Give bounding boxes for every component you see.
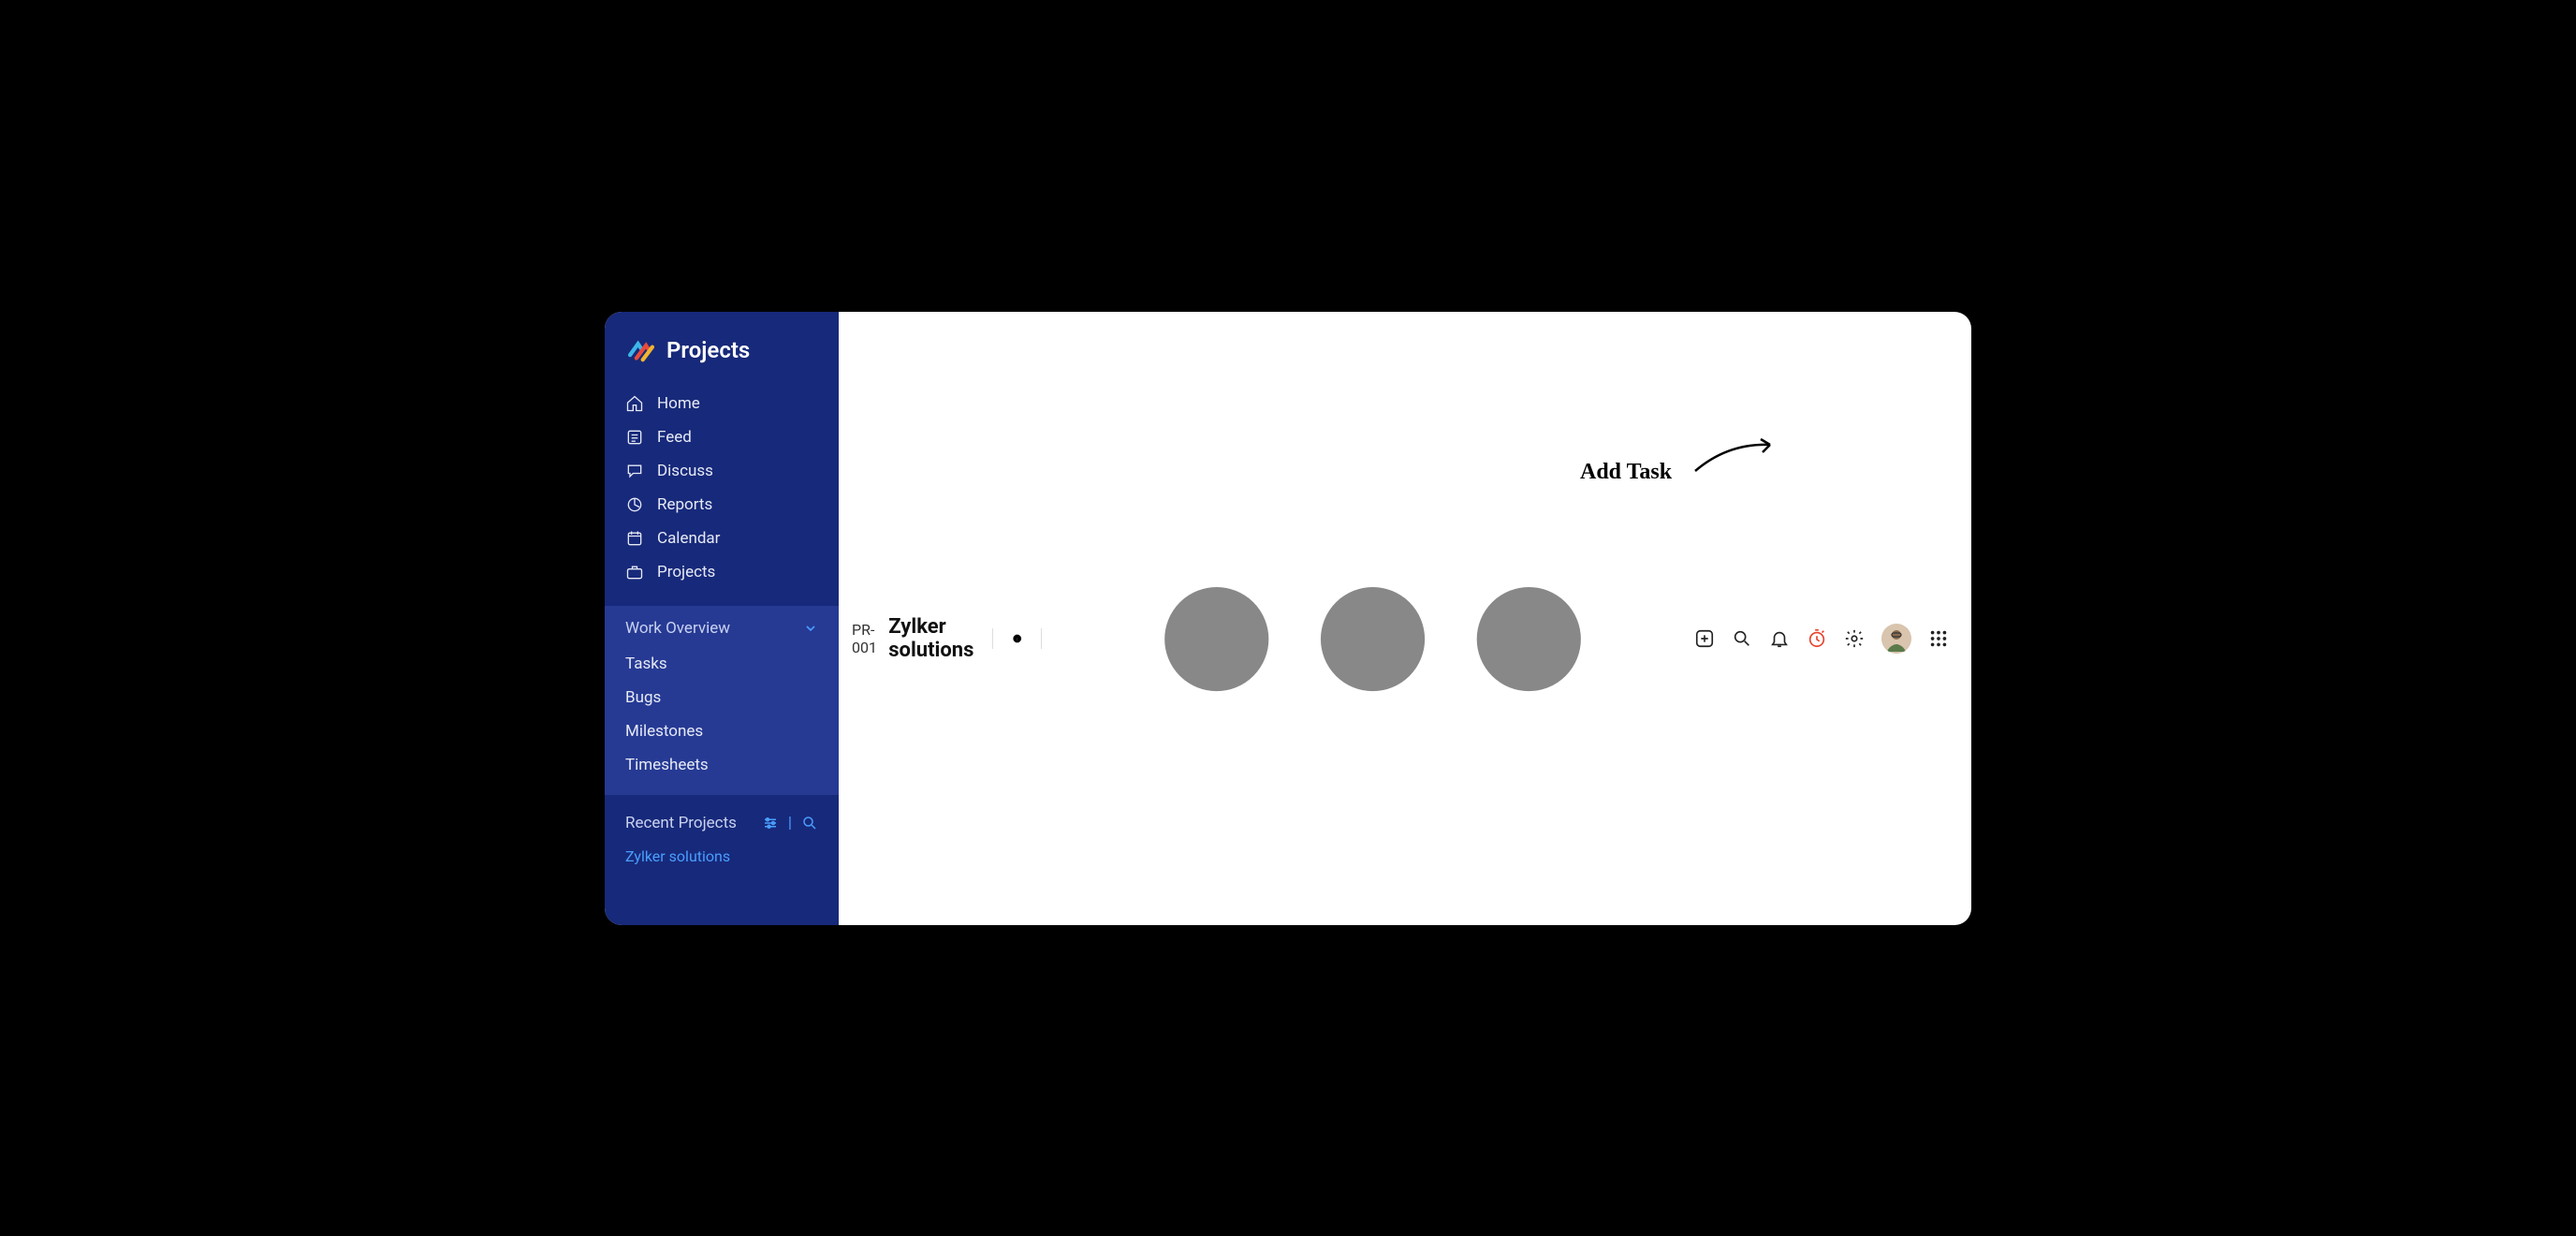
chevron-down-icon	[803, 621, 818, 636]
sidebar-item-discuss[interactable]: Discuss	[605, 454, 839, 488]
info-icon[interactable]	[1012, 629, 1022, 648]
briefcase-icon	[625, 563, 644, 581]
reports-icon	[625, 495, 644, 514]
more-icon[interactable]	[1061, 327, 1685, 925]
sidebar-item-label: Discuss	[657, 462, 713, 480]
sidebar-section-overview[interactable]: Work Overview	[605, 606, 839, 647]
recent-project-item[interactable]: Zylker solutions	[605, 842, 839, 884]
sidebar-sublist: Tasks Bugs Milestones Timesheets	[605, 647, 839, 795]
sidebar: Projects Home Feed Discuss Reports Calen…	[605, 312, 839, 925]
recent-label: Recent Projects	[625, 814, 737, 832]
sidebar-item-label: Projects	[657, 563, 715, 581]
page-title: Zylker solutions	[888, 615, 973, 662]
sidebar-item-reports[interactable]: Reports	[605, 488, 839, 522]
sidebar-recent-header: Recent Projects |	[605, 795, 839, 842]
sidebar-item-calendar[interactable]: Calendar	[605, 522, 839, 555]
sidebar-item-home[interactable]: Home	[605, 387, 839, 420]
topbar: PR-001 Zylker solutions	[839, 312, 1971, 925]
sidebar-item-label: Feed	[657, 428, 692, 447]
sidebar-item-projects[interactable]: Projects	[605, 555, 839, 589]
main-content: PR-001 Zylker solutions Dashboard Tasks	[839, 312, 1971, 925]
logo-icon	[625, 334, 657, 366]
settings-icon[interactable]	[762, 815, 779, 831]
breadcrumb: PR-001	[852, 621, 879, 656]
feed-icon	[625, 428, 644, 447]
sidebar-item-label: Reports	[657, 495, 712, 514]
sidebar-sub-milestones[interactable]: Milestones	[605, 714, 839, 748]
search-icon[interactable]	[1732, 628, 1752, 649]
timer-icon[interactable]	[1807, 628, 1827, 649]
brand: Projects	[605, 312, 839, 385]
home-icon	[625, 394, 644, 413]
sidebar-sub-timesheets[interactable]: Timesheets	[605, 748, 839, 782]
search-icon[interactable]	[801, 815, 818, 831]
avatar[interactable]	[1881, 624, 1911, 654]
gear-icon[interactable]	[1844, 628, 1865, 649]
brand-text: Projects	[666, 337, 750, 363]
sidebar-item-label: Home	[657, 394, 700, 413]
calendar-icon	[625, 529, 644, 548]
sidebar-item-label: Calendar	[657, 529, 720, 548]
sidebar-sub-tasks[interactable]: Tasks	[605, 647, 839, 681]
add-icon[interactable]	[1694, 628, 1715, 649]
main-nav: Home Feed Discuss Reports Calendar Proje…	[605, 385, 839, 591]
discuss-icon	[625, 462, 644, 480]
section-label: Work Overview	[625, 619, 730, 638]
sidebar-sub-bugs[interactable]: Bugs	[605, 681, 839, 714]
apps-icon[interactable]	[1928, 628, 1949, 649]
bell-icon[interactable]	[1769, 628, 1790, 649]
sidebar-item-feed[interactable]: Feed	[605, 420, 839, 454]
